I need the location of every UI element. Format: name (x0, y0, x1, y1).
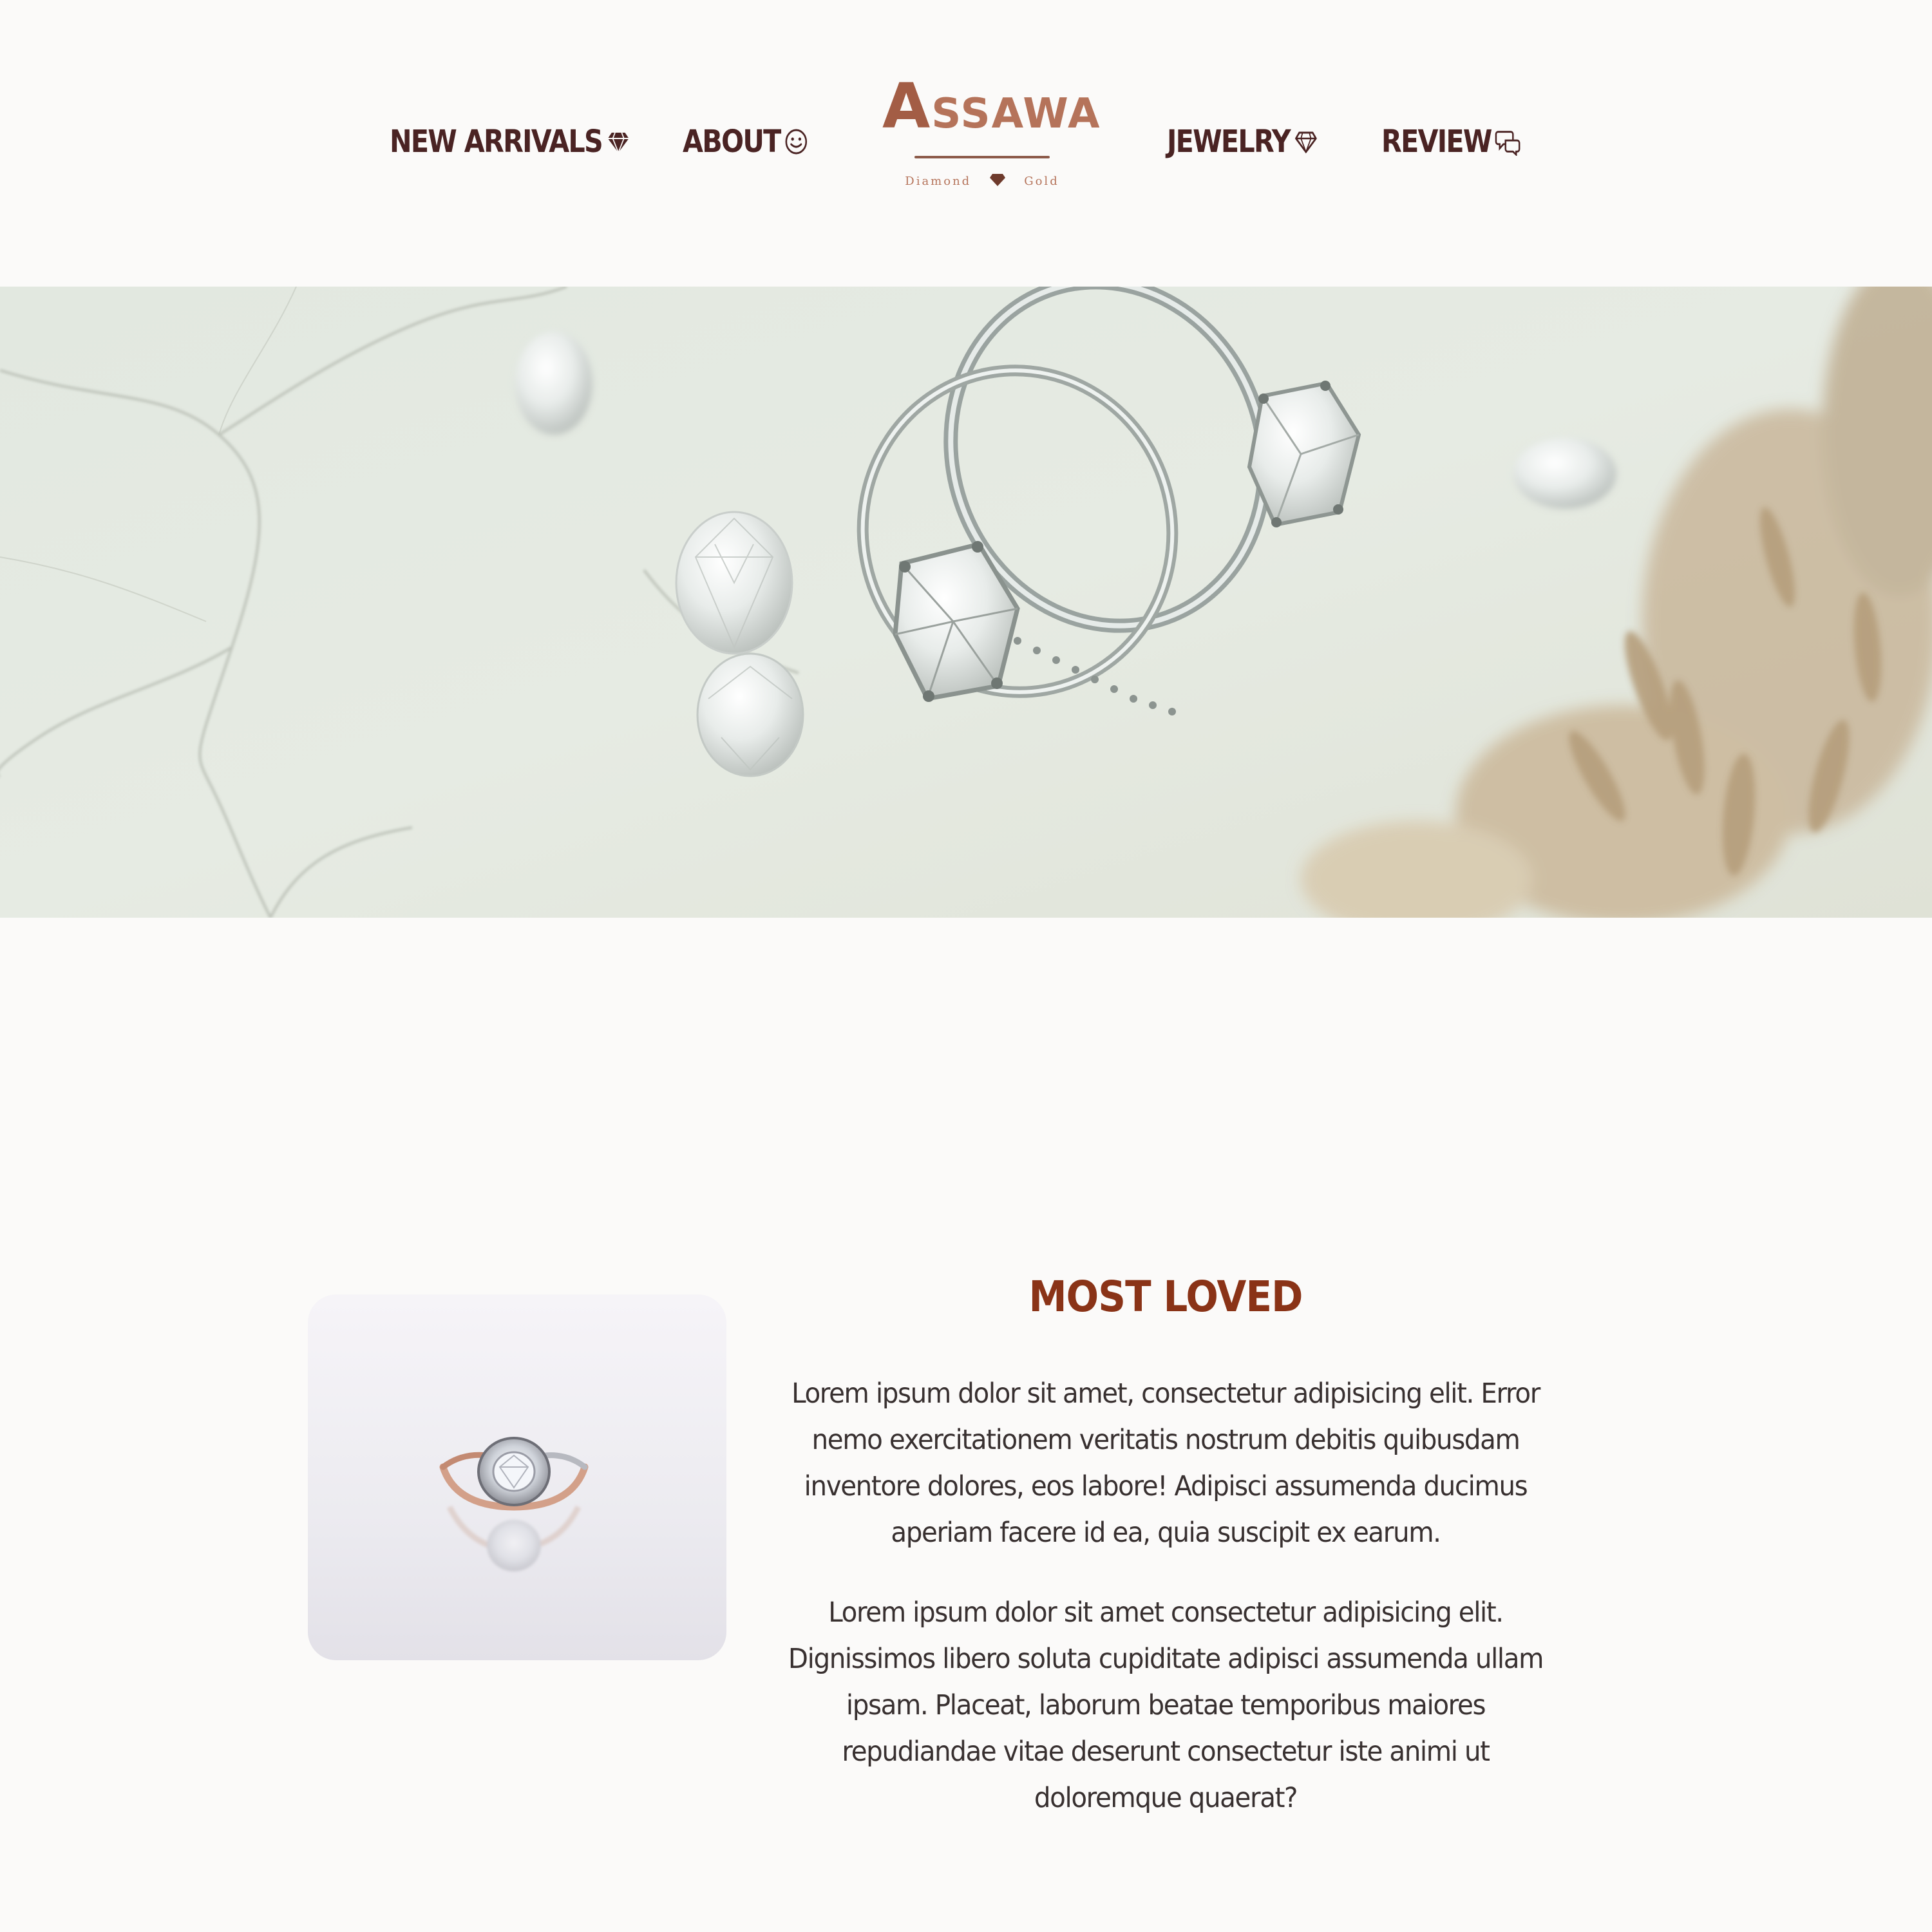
smiley-icon (784, 127, 810, 156)
hero-banner (0, 287, 1932, 918)
nav-new-arrivals-label: NEW ARRIVALS (390, 124, 603, 160)
logo-tagline: Diamond Gold (882, 173, 1082, 190)
nav-jewelry-label: JEWELRY (1167, 124, 1291, 160)
most-loved-paragraph-1: Lorem ipsum dolor sit amet, consectetur … (791, 1378, 1540, 1549)
logo-word-rest: SSAWA (931, 90, 1101, 138)
logo-tagline-left: Diamond (905, 175, 972, 188)
hero-rings-image (0, 287, 1932, 918)
logo-tagline-right: Gold (1024, 175, 1059, 188)
top-nav: NEW ARRIVALS ABOUT ASSAWA Diamond Gold J… (0, 0, 1932, 283)
nav-new-arrivals[interactable]: NEW ARRIVALS (390, 116, 631, 167)
logo-wordmark: ASSAWA (882, 70, 1100, 149)
nav-about-label: ABOUT (683, 124, 781, 160)
most-loved-paragraph-2: Lorem ipsum dolor sit amet consectetur a… (788, 1596, 1544, 1814)
chat-bubbles-icon (1495, 127, 1520, 156)
section-title-most-loved: MOST LOVED (1028, 1271, 1303, 1321)
diamond-icon (605, 127, 631, 156)
brand-logo[interactable]: ASSAWA Diamond Gold (882, 70, 1100, 200)
logo-initial: A (882, 70, 932, 142)
logo-diamond-icon (989, 173, 1006, 190)
nav-review-label: REVIEW (1381, 124, 1492, 160)
nav-about[interactable]: ABOUT (683, 116, 809, 167)
logo-divider (914, 156, 1050, 158)
nav-review[interactable]: REVIEW (1381, 116, 1520, 167)
nav-jewelry[interactable]: JEWELRY (1167, 116, 1319, 167)
halo-ring-image (439, 1437, 589, 1571)
diamond-outline-icon (1293, 127, 1319, 156)
most-loved-product-image[interactable] (308, 1294, 726, 1660)
page: NEW ARRIVALS ABOUT ASSAWA Diamond Gold J… (0, 0, 1932, 1932)
